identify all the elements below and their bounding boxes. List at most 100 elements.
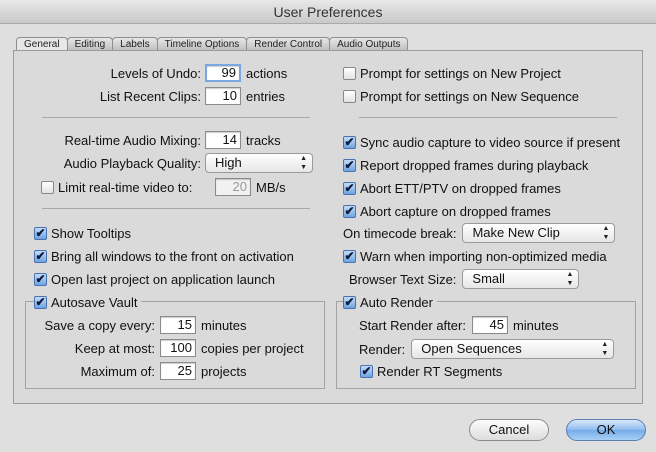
popup-arrows-icon: ▲ ▼: [602, 225, 610, 241]
render-value: Open Sequences: [421, 341, 522, 356]
keep-at-most-unit: copies per project: [201, 340, 304, 356]
sync-audio-checkbox[interactable]: ✔: [343, 135, 356, 149]
keep-at-most-row: Keep at most: 100 copies per project: [34, 338, 304, 358]
autosave-label: Autosave Vault: [51, 294, 138, 310]
list-recent-clips-label: List Recent Clips:: [99, 88, 201, 104]
levels-of-undo-row: Levels of Undo: 99 actions: [74, 63, 287, 83]
show-tooltips-row: ✔ Show Tooltips: [34, 223, 131, 243]
save-copy-field[interactable]: 15: [160, 316, 196, 334]
keep-at-most-field[interactable]: 100: [160, 339, 196, 357]
abort-ett-row: ✔ Abort ETT/PTV on dropped frames: [343, 178, 561, 198]
report-dropped-label: Report dropped frames during playback: [360, 157, 589, 173]
audio-playback-row: Audio Playback Quality: High ▲ ▼: [44, 153, 313, 173]
ok-button[interactable]: OK: [566, 419, 646, 441]
abort-capture-checkbox[interactable]: ✔: [343, 204, 356, 218]
timecode-break-value: Make New Clip: [472, 225, 560, 240]
prompt-new-project-label: Prompt for settings on New Project: [360, 65, 561, 81]
prompt-new-sequence-row: Prompt for settings on New Sequence: [343, 86, 579, 106]
show-tooltips-checkbox[interactable]: ✔: [34, 226, 47, 240]
list-recent-clips-row: List Recent Clips: 10 entries: [74, 86, 285, 106]
audio-playback-value: High: [215, 155, 242, 170]
abort-capture-row: ✔ Abort capture on dropped frames: [343, 201, 551, 221]
browser-text-size-value: Small: [472, 271, 505, 286]
tab-editing[interactable]: Editing: [66, 37, 114, 51]
popup-arrows-icon: ▲ ▼: [601, 341, 609, 357]
tab-render-control[interactable]: Render Control: [246, 37, 331, 51]
popup-arrows-icon: ▲ ▼: [300, 155, 307, 171]
browser-text-size-popup[interactable]: Small ▲ ▼: [462, 269, 580, 289]
report-dropped-checkbox[interactable]: ✔: [343, 158, 356, 172]
separator: [42, 117, 310, 118]
render-rt-label: Render RT Segments: [377, 363, 503, 379]
levels-of-undo-field[interactable]: 99: [205, 64, 241, 82]
bring-windows-label: Bring all windows to the front on activa…: [51, 248, 294, 264]
prompt-new-project-checkbox[interactable]: [343, 66, 356, 80]
browser-text-size-label: Browser Text Size:: [349, 271, 457, 287]
render-rt-checkbox[interactable]: ✔: [360, 364, 373, 378]
start-render-unit: minutes: [512, 317, 559, 333]
warn-import-label: Warn when importing non-optimized media: [360, 248, 607, 264]
realtime-audio-field[interactable]: 14: [205, 131, 241, 149]
audio-playback-popup[interactable]: High ▲ ▼: [205, 153, 313, 173]
warn-import-row: ✔ Warn when importing non-optimized medi…: [343, 246, 607, 266]
limit-video-checkbox[interactable]: [41, 180, 54, 194]
render-popup[interactable]: Open Sequences ▲ ▼: [411, 339, 615, 359]
open-last-project-checkbox[interactable]: ✔: [34, 272, 47, 286]
maximum-of-unit: projects: [201, 363, 247, 379]
maximum-of-field[interactable]: 25: [160, 362, 196, 380]
browser-text-size-row: Browser Text Size: Small ▲ ▼: [349, 269, 580, 289]
start-render-label: Start Render after:: [359, 317, 466, 333]
auto-render-checkbox[interactable]: ✔: [343, 295, 356, 309]
prompt-new-project-row: Prompt for settings on New Project: [343, 63, 561, 83]
tab-bar: General Editing Labels Timeline Options …: [16, 37, 409, 52]
levels-of-undo-unit: actions: [246, 65, 288, 81]
render-label: Render:: [359, 341, 406, 357]
autosave-row: ✔ Autosave Vault: [34, 292, 142, 312]
save-copy-label: Save a copy every:: [44, 317, 155, 333]
prompt-new-sequence-label: Prompt for settings on New Sequence: [360, 88, 579, 104]
keep-at-most-label: Keep at most:: [74, 340, 155, 356]
popup-arrows-icon: ▲ ▼: [566, 271, 574, 287]
warn-import-checkbox[interactable]: ✔: [343, 249, 356, 263]
maximum-of-row: Maximum of: 25 projects: [34, 361, 247, 381]
cancel-button[interactable]: Cancel: [469, 419, 549, 441]
audio-playback-label: Audio Playback Quality:: [63, 155, 201, 171]
show-tooltips-label: Show Tooltips: [51, 225, 131, 241]
list-recent-clips-field[interactable]: 10: [205, 87, 241, 105]
auto-render-label: Auto Render: [360, 294, 433, 310]
list-recent-clips-unit: entries: [246, 88, 286, 104]
realtime-audio-label: Real-time Audio Mixing:: [64, 132, 201, 148]
sync-audio-label: Sync audio capture to video source if pr…: [360, 134, 621, 150]
realtime-audio-unit: tracks: [246, 132, 281, 148]
limit-video-row: Limit real-time video to: 20 MB/s: [41, 177, 286, 197]
sync-audio-row: ✔ Sync audio capture to video source if …: [343, 132, 620, 152]
autosave-checkbox[interactable]: ✔: [34, 295, 47, 309]
limit-video-label: Limit real-time video to:: [58, 179, 193, 195]
separator: [42, 208, 310, 209]
timecode-break-row: On timecode break: Make New Clip ▲ ▼: [343, 223, 616, 243]
start-render-field[interactable]: 45: [471, 316, 508, 334]
abort-capture-label: Abort capture on dropped frames: [360, 203, 551, 219]
separator: [359, 117, 617, 118]
bring-windows-checkbox[interactable]: ✔: [34, 249, 47, 263]
report-dropped-row: ✔ Report dropped frames during playback: [343, 155, 588, 175]
timecode-break-popup[interactable]: Make New Clip ▲ ▼: [462, 223, 616, 243]
tab-audio-outputs[interactable]: Audio Outputs: [329, 37, 409, 51]
tab-labels[interactable]: Labels: [112, 37, 158, 51]
bring-windows-row: ✔ Bring all windows to the front on acti…: [34, 246, 294, 266]
levels-of-undo-label: Levels of Undo:: [110, 65, 201, 81]
timecode-break-label: On timecode break:: [343, 225, 457, 241]
prompt-new-sequence-checkbox[interactable]: [343, 89, 356, 103]
window-title: User Preferences: [0, 0, 656, 24]
limit-video-unit: MB/s: [256, 179, 286, 195]
general-panel: Levels of Undo: 99 actions List Recent C…: [13, 50, 643, 404]
open-last-project-label: Open last project on application launch: [51, 271, 276, 287]
abort-ett-label: Abort ETT/PTV on dropped frames: [360, 180, 561, 196]
tab-timeline-options[interactable]: Timeline Options: [156, 37, 248, 51]
render-row: Render: Open Sequences ▲ ▼: [359, 339, 615, 359]
save-copy-unit: minutes: [201, 317, 247, 333]
open-last-project-row: ✔ Open last project on application launc…: [34, 269, 275, 289]
limit-video-field[interactable]: 20: [215, 178, 251, 196]
abort-ett-checkbox[interactable]: ✔: [343, 181, 356, 195]
render-rt-row: ✔ Render RT Segments: [360, 361, 502, 381]
